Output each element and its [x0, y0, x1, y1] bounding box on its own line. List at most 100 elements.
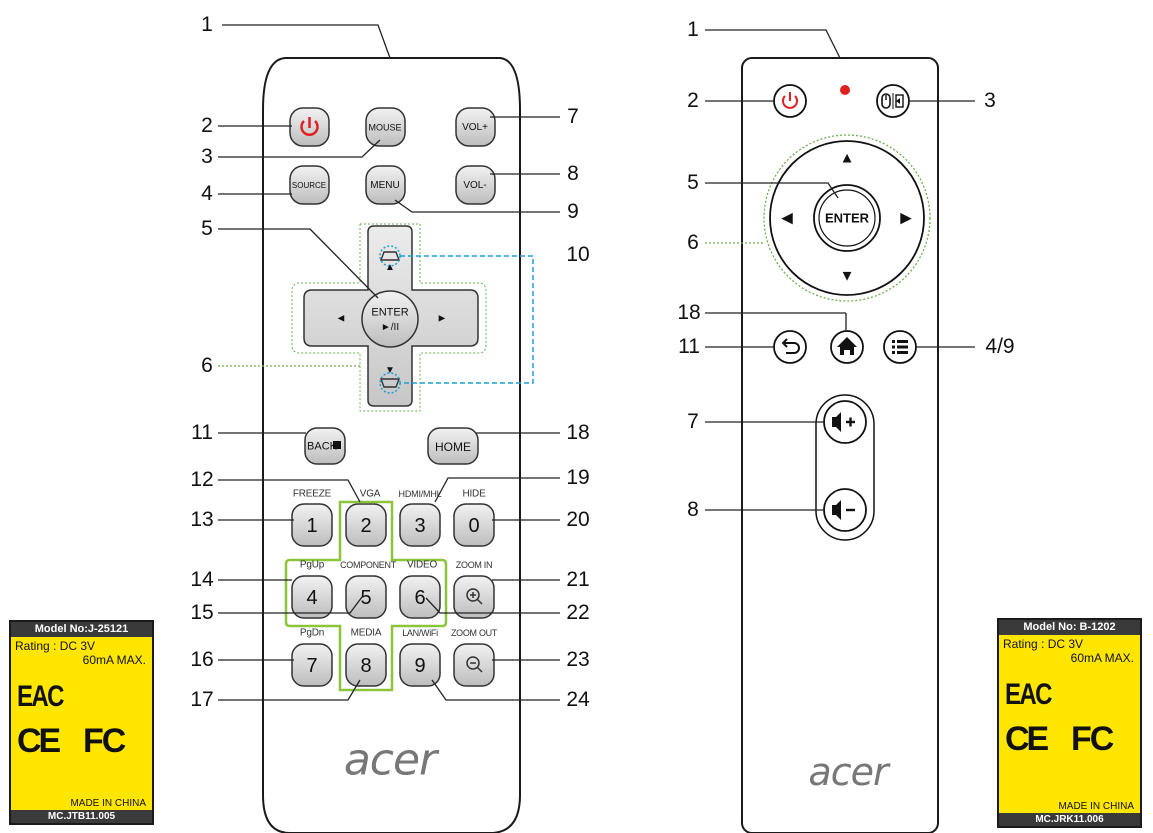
left-callout-22: 22 [566, 601, 590, 624]
right-callout-18: 18 [677, 301, 701, 324]
left-callout-1: 1 [201, 13, 213, 36]
source-button-label: SOURCE [291, 181, 327, 190]
left-arrow-icon: ◄ [335, 312, 347, 325]
sticker-made-in: MADE IN CHINA [1058, 801, 1134, 812]
key-7-label: 7 [306, 655, 318, 677]
sticker-rating: Rating : DC 3V [15, 639, 96, 653]
right-rating-sticker: Model No: B-1202 Rating : DC 3V 60mA MAX… [997, 618, 1142, 828]
right-callout-2: 2 [687, 89, 699, 112]
caption-video: VIDEO [406, 559, 438, 571]
key-5-label: 5 [360, 587, 372, 609]
right-callout-3: 3 [984, 89, 996, 112]
caption-pgup: PgUp [299, 559, 325, 571]
up-arrow-icon: ▲ [385, 262, 395, 273]
eac-mark: EAC [1005, 678, 1052, 711]
vol-down-button-label: VOL- [463, 180, 487, 191]
left-callout-9: 9 [567, 200, 579, 223]
left-callout-14: 14 [190, 568, 214, 591]
right-acer-logo: acer [808, 750, 888, 794]
left-callout-4: 4 [201, 182, 213, 205]
list-menu-icon [892, 340, 908, 354]
key-6-label: 6 [414, 587, 426, 609]
fc-mark: FC [83, 722, 126, 760]
ring-right-arrow-icon: ▶ [900, 209, 912, 227]
key-3-label: 3 [414, 515, 426, 537]
right-vol-up-button[interactable] [823, 400, 867, 444]
back-button-label: BACK [307, 440, 337, 453]
fc-mark: FC [1071, 720, 1114, 758]
menu-button-label: MENU [370, 180, 400, 191]
key-0-label: 0 [468, 515, 480, 537]
left-callout-19: 19 [566, 466, 590, 489]
sticker-current: 60mA MAX. [1070, 651, 1134, 665]
right-vol-down-button[interactable] [823, 488, 867, 532]
left-callout-5: 5 [201, 217, 213, 240]
right-callout-6: 6 [687, 231, 699, 254]
sticker-made-in: MADE IN CHINA [70, 798, 146, 809]
caption-hdmi-mhl: HDMI/MHL [398, 489, 442, 499]
sticker-model: Model No:J-25121 [11, 622, 152, 637]
caption-hide: HIDE [462, 488, 486, 500]
key-zoom-in[interactable] [453, 575, 495, 619]
sticker-current: 60mA MAX. [82, 653, 146, 667]
right-enter-label: ENTER [824, 210, 870, 226]
home-button-label: HOME [435, 440, 471, 454]
left-callout-7: 7 [567, 105, 579, 128]
caption-freeze: FREEZE [292, 488, 332, 500]
sticker-part-number: MC.JTB11.005 [11, 810, 152, 823]
left-callout-10: 10 [566, 243, 590, 266]
left-callout-12: 12 [190, 468, 214, 491]
right-callout-5: 5 [687, 171, 699, 194]
key-8-label: 8 [360, 655, 372, 677]
left-acer-logo: acer [343, 734, 437, 786]
ring-left-arrow-icon: ◀ [781, 209, 793, 227]
key-1-label: 1 [306, 515, 318, 537]
caption-zoom-out: ZOOM OUT [450, 628, 498, 638]
left-callout-3: 3 [201, 145, 213, 168]
ring-down-arrow-icon: ▼ [839, 267, 855, 285]
right-callout-7: 7 [687, 410, 699, 433]
key-9-label: 9 [414, 655, 426, 677]
left-callout-20: 20 [566, 508, 590, 531]
right-arrow-icon: ► [436, 312, 448, 325]
right-callout-1: 1 [687, 18, 699, 41]
enter-button-label: ENTER [371, 306, 409, 319]
right-callout-4-9: 4/9 [985, 335, 1015, 358]
left-callout-13: 13 [190, 508, 214, 531]
left-callout-15: 15 [190, 601, 214, 624]
caption-vga: VGA [359, 488, 381, 500]
status-led [840, 85, 850, 95]
left-callout-24: 24 [566, 688, 590, 711]
left-callout-16: 16 [190, 648, 214, 671]
left-callout-17: 17 [190, 688, 214, 711]
left-callout-6: 6 [201, 354, 213, 377]
left-callout-18: 18 [566, 421, 590, 444]
ce-mark: CE [17, 722, 61, 760]
caption-media: MEDIA [350, 627, 382, 639]
play-pause-label: ►/II [380, 322, 400, 333]
caption-zoom-in: ZOOM IN [455, 560, 493, 570]
sticker-rating: Rating : DC 3V [1003, 637, 1084, 651]
ce-mark: CE [1005, 720, 1049, 758]
ring-up-arrow-icon: ▲ [839, 149, 855, 167]
key-zoom-out[interactable] [453, 643, 495, 687]
caption-lan-wifi: LAN/WiFi [402, 628, 438, 638]
right-back-button[interactable] [773, 330, 807, 364]
eac-mark: EAC [17, 680, 64, 713]
sticker-model: Model No: B-1202 [999, 620, 1140, 635]
left-callout-23: 23 [566, 648, 590, 671]
right-callout-8: 8 [687, 498, 699, 521]
key-4-label: 4 [306, 587, 318, 609]
left-enter-button[interactable] [361, 290, 419, 348]
sticker-part-number: MC.JRK11.006 [999, 813, 1140, 826]
left-rating-sticker: Model No:J-25121 Rating : DC 3V 60mA MAX… [9, 620, 154, 825]
caption-component: COMPONENT [340, 560, 396, 570]
mouse-button-label: MOUSE [368, 122, 402, 133]
left-callout-21: 21 [566, 568, 590, 591]
key-2-label: 2 [360, 515, 372, 537]
down-arrow-icon: ▼ [385, 365, 395, 376]
right-callout-11: 11 [678, 335, 700, 358]
left-callout-2: 2 [201, 114, 213, 137]
vol-up-button-label: VOL+ [462, 122, 488, 133]
left-callout-11: 11 [191, 421, 213, 444]
